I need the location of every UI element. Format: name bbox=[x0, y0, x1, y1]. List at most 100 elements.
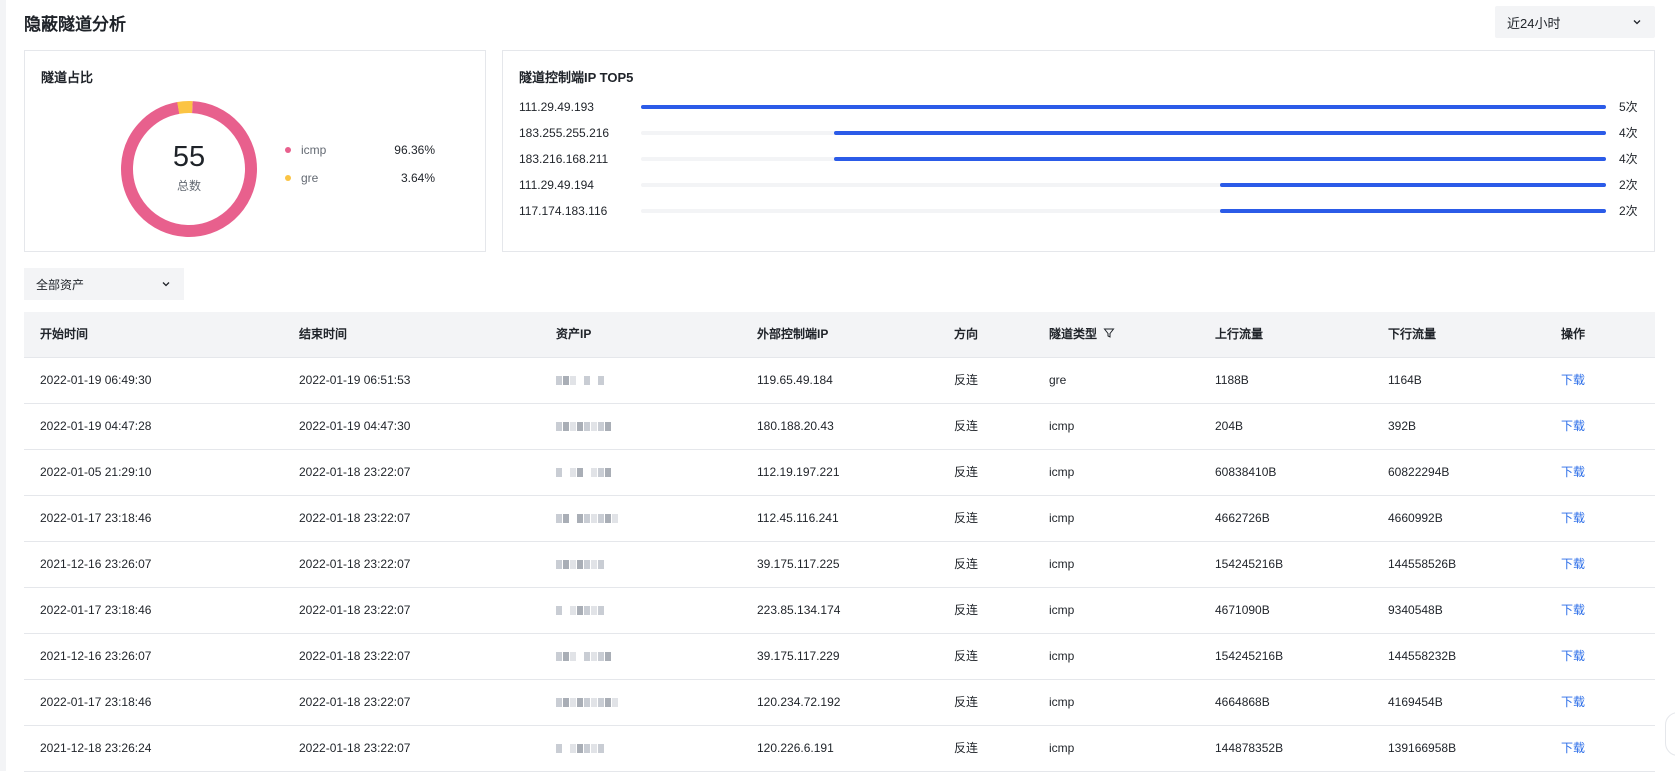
cell-upstream: 4662726B bbox=[1215, 511, 1270, 525]
cell-tunnel-type: icmp bbox=[1049, 557, 1075, 571]
top5-count: 5次 bbox=[1619, 100, 1638, 114]
cell-asset-ip-masked bbox=[556, 404, 611, 449]
cell-start-time: 2021-12-16 23:26:07 bbox=[40, 557, 152, 571]
cell-asset-ip-masked bbox=[556, 450, 611, 495]
cell-downstream: 144558232B bbox=[1388, 649, 1457, 663]
bar-track bbox=[641, 183, 1606, 187]
bar-fill bbox=[1220, 209, 1606, 213]
legend-pct: 96.36% bbox=[394, 143, 435, 157]
legend-name: gre bbox=[301, 171, 319, 185]
download-link[interactable]: 下载 bbox=[1561, 404, 1585, 449]
cell-upstream: 4664868B bbox=[1215, 695, 1270, 709]
bar-fill bbox=[641, 105, 1606, 109]
cell-start-time: 2022-01-05 21:29:10 bbox=[40, 465, 152, 479]
cell-downstream: 392B bbox=[1388, 419, 1417, 433]
cell-start-time: 2022-01-19 04:47:28 bbox=[40, 419, 152, 433]
download-link[interactable]: 下载 bbox=[1561, 496, 1585, 541]
tunnel-ratio-title: 隧道占比 bbox=[41, 70, 94, 85]
table-row: 2022-01-17 23:18:46 2022-01-18 23:22:07 11… bbox=[24, 496, 1655, 542]
cell-downstream: 139166958B bbox=[1388, 741, 1457, 755]
cell-downstream: 1164B bbox=[1388, 373, 1422, 387]
asset-filter-select[interactable]: 全部资产 bbox=[24, 268, 184, 300]
cell-external-ip: 180.188.20.43 bbox=[757, 419, 834, 433]
cell-tunnel-type: icmp bbox=[1049, 741, 1075, 755]
download-link[interactable]: 下载 bbox=[1561, 358, 1585, 403]
cell-upstream: 204B bbox=[1215, 419, 1244, 433]
page-title: 隐蔽隧道分析 bbox=[24, 15, 126, 34]
top5-ip: 117.174.183.116 bbox=[519, 204, 608, 218]
cell-downstream: 4660992B bbox=[1388, 511, 1443, 525]
masked-ip bbox=[556, 559, 604, 571]
cell-start-time: 2022-01-17 23:18:46 bbox=[40, 695, 152, 709]
table-row: 2021-12-18 23:26:24 2022-01-18 23:22:07 12… bbox=[24, 726, 1655, 772]
cell-direction: 反连 bbox=[954, 511, 979, 525]
table-row: 2021-12-16 23:26:07 2022-01-18 23:22:07 39… bbox=[24, 634, 1655, 680]
cell-direction: 反连 bbox=[954, 603, 979, 617]
bar-fill bbox=[834, 157, 1606, 161]
cell-end-time: 2022-01-18 23:22:07 bbox=[299, 603, 411, 617]
chevron-down-icon bbox=[162, 282, 170, 287]
bar-track bbox=[641, 209, 1606, 213]
time-range-value: 近24小时 bbox=[1507, 15, 1561, 31]
download-link[interactable]: 下载 bbox=[1561, 726, 1585, 771]
tunnel-ratio-card: 隧道占比 55 总数 icmp 96.36% gre 3.64% bbox=[24, 50, 486, 252]
cell-start-time: 2022-01-19 06:49:30 bbox=[40, 373, 152, 387]
cell-tunnel-type: icmp bbox=[1049, 465, 1075, 479]
donut-total-label: 总数 bbox=[176, 179, 201, 193]
bar-track bbox=[641, 105, 1606, 109]
donut-total: 55 bbox=[172, 141, 206, 173]
cell-end-time: 2022-01-18 23:22:07 bbox=[299, 649, 411, 663]
cell-end-time: 2022-01-18 23:22:07 bbox=[299, 741, 411, 755]
cell-downstream: 9340548B bbox=[1388, 603, 1443, 617]
table-row: 2022-01-17 23:18:46 2022-01-18 23:22:07 22… bbox=[24, 588, 1655, 634]
table-row: 2022-01-17 23:18:46 2022-01-18 23:22:07 12… bbox=[24, 680, 1655, 726]
time-range-select[interactable]: 近24小时 bbox=[1495, 6, 1655, 38]
masked-ip bbox=[556, 697, 618, 709]
scroll-handle[interactable] bbox=[1665, 712, 1675, 756]
top5-count: 4次 bbox=[1619, 152, 1638, 166]
download-link[interactable]: 下载 bbox=[1561, 542, 1585, 587]
masked-ip bbox=[556, 743, 604, 755]
cell-direction: 反连 bbox=[954, 695, 979, 709]
cell-end-time: 2022-01-19 04:47:30 bbox=[299, 419, 411, 433]
download-link[interactable]: 下载 bbox=[1561, 680, 1585, 725]
header-tunnel-type-label: 隧道类型 bbox=[1049, 327, 1098, 341]
cell-downstream: 144558526B bbox=[1388, 557, 1457, 571]
legend-item-gre: gre 3.64% bbox=[285, 171, 435, 185]
cell-start-time: 2021-12-16 23:26:07 bbox=[40, 649, 152, 663]
cell-asset-ip-masked bbox=[556, 588, 604, 633]
download-link[interactable]: 下载 bbox=[1561, 588, 1585, 633]
table-row: 2022-01-19 06:49:30 2022-01-19 06:51:53 11… bbox=[24, 358, 1655, 404]
top5-count: 4次 bbox=[1619, 126, 1638, 140]
bar-fill bbox=[1220, 183, 1606, 187]
legend-dot bbox=[285, 175, 291, 181]
header-direction: 方向 bbox=[954, 327, 979, 341]
cell-asset-ip-masked bbox=[556, 496, 618, 541]
download-link[interactable]: 下载 bbox=[1561, 634, 1585, 679]
cell-external-ip: 119.65.49.184 bbox=[757, 373, 833, 387]
cell-direction: 反连 bbox=[954, 649, 979, 663]
cell-external-ip: 223.85.134.174 bbox=[757, 603, 841, 617]
cell-tunnel-type: gre bbox=[1049, 373, 1067, 387]
legend-name: icmp bbox=[301, 143, 327, 157]
cell-end-time: 2022-01-18 23:22:07 bbox=[299, 557, 411, 571]
masked-ip bbox=[556, 375, 604, 387]
cell-upstream: 144878352B bbox=[1215, 741, 1284, 755]
download-link[interactable]: 下载 bbox=[1561, 450, 1585, 495]
cell-external-ip: 39.175.117.225 bbox=[757, 557, 840, 571]
cell-external-ip: 112.19.197.221 bbox=[757, 465, 840, 479]
cell-tunnel-type: icmp bbox=[1049, 511, 1075, 525]
top5-row: 111.29.49.193 5次 bbox=[519, 99, 1640, 115]
top5-ip: 111.29.49.193 bbox=[519, 100, 594, 114]
table-row: 2021-12-16 23:26:07 2022-01-18 23:22:07 39… bbox=[24, 542, 1655, 588]
filter-icon[interactable] bbox=[1103, 327, 1115, 339]
cell-end-time: 2022-01-18 23:22:07 bbox=[299, 511, 411, 525]
cell-direction: 反连 bbox=[954, 419, 979, 433]
cell-direction: 反连 bbox=[954, 557, 979, 571]
cell-direction: 反连 bbox=[954, 741, 979, 755]
top5-row: 183.216.168.211 4次 bbox=[519, 151, 1640, 167]
masked-ip bbox=[556, 651, 611, 663]
header-external-ip: 外部控制端IP bbox=[757, 327, 829, 341]
top5-row: 183.255.255.216 4次 bbox=[519, 125, 1640, 141]
top5-count: 2次 bbox=[1619, 204, 1638, 218]
